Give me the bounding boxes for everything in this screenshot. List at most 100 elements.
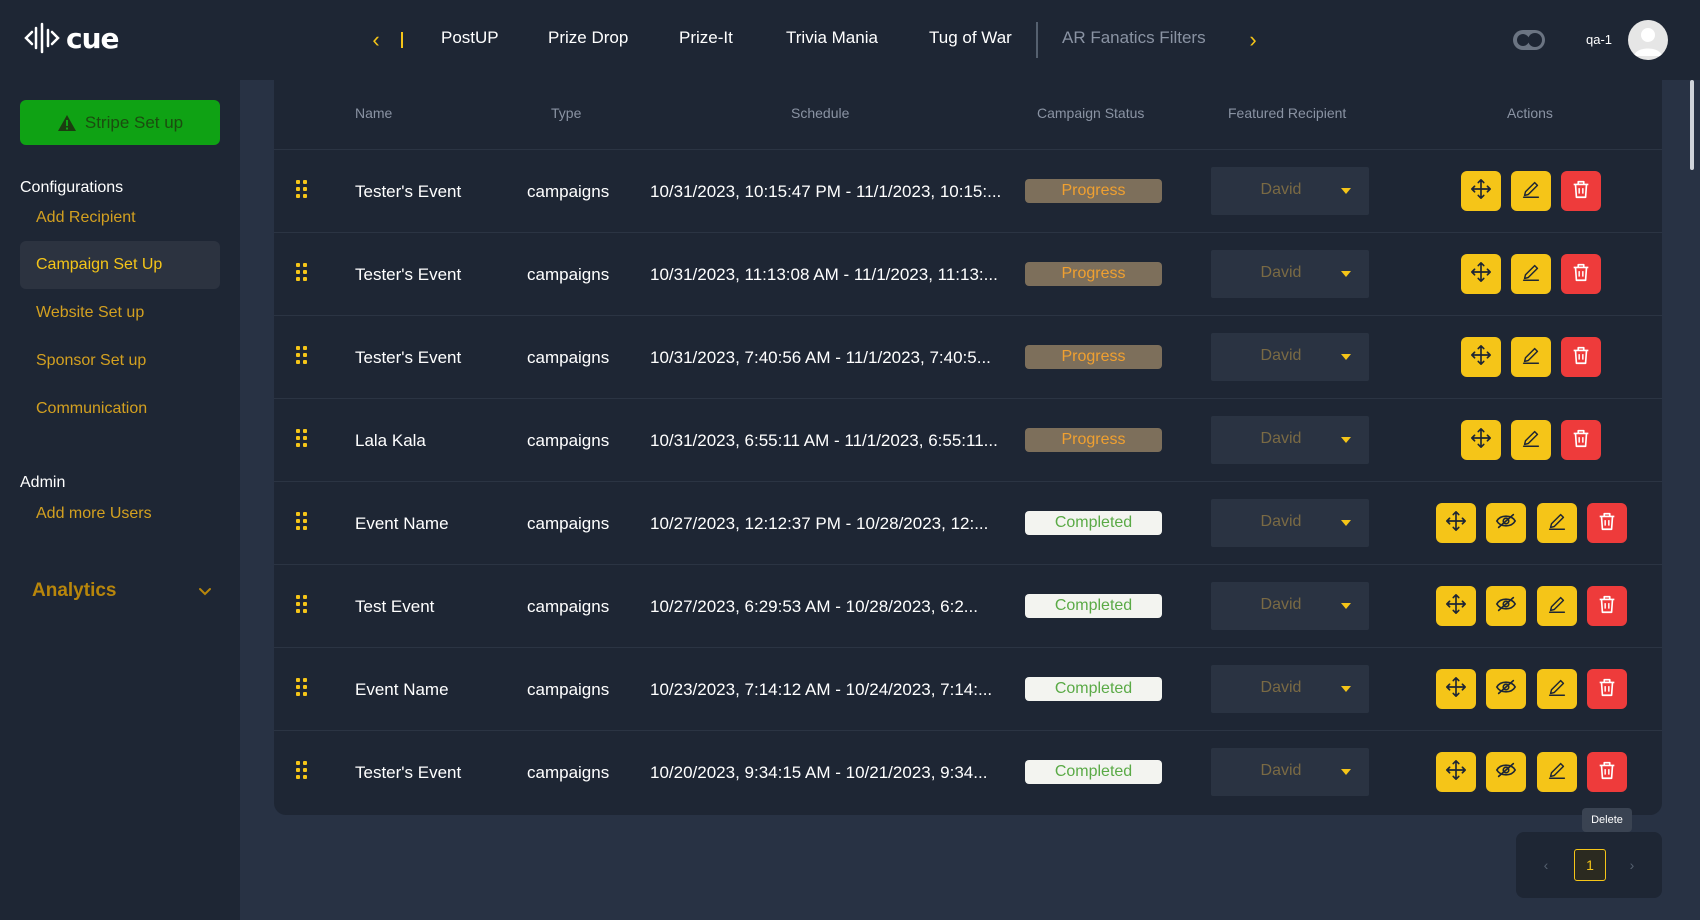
sidebar-item-add-more-users[interactable]: Add more Users [20,490,220,538]
analytics-label: Analytics [32,580,117,601]
cell-name: Tester's Event [355,265,462,284]
sidebar-item-sponsor-set-up[interactable]: Sponsor Set up [20,337,220,385]
pagination-page-1[interactable]: 1 [1574,849,1606,881]
move-button[interactable] [1436,586,1476,626]
move-icon [1470,178,1492,205]
column-header-status: Campaign Status [1037,105,1145,121]
hide-button[interactable] [1486,586,1526,626]
sidebar-item-campaign-set-up[interactable]: Campaign Set Up [20,241,220,289]
table-header: Name Type Schedule Campaign Status Featu… [274,80,1662,150]
featured-recipient-select[interactable]: David [1211,333,1369,381]
edit-button[interactable] [1537,752,1577,792]
move-icon [1445,593,1467,620]
sidebar-analytics-toggle[interactable]: Analytics [32,576,212,606]
tab-prize-drop[interactable]: Prize Drop [548,28,628,48]
drag-handle-icon[interactable] [296,595,308,613]
sidebar-item-communication[interactable]: Communication [20,385,220,433]
caret-down-icon [1341,354,1351,360]
delete-button[interactable] [1561,420,1601,460]
logo-mark-icon [24,22,60,54]
cell-name: Event Name [355,514,449,533]
drag-handle-icon[interactable] [296,263,308,281]
move-button[interactable] [1461,420,1501,460]
theme-toggle[interactable] [1513,30,1545,50]
status-badge: Completed [1025,760,1162,784]
drag-handle-icon[interactable] [296,429,308,447]
recipient-value: David [1260,679,1302,696]
move-button[interactable] [1436,669,1476,709]
edit-button[interactable] [1537,503,1577,543]
featured-recipient-select[interactable]: David [1211,748,1369,796]
cell-name: Lala Kala [355,431,426,450]
delete-button[interactable] [1561,337,1601,377]
delete-button[interactable] [1587,503,1627,543]
edit-button[interactable] [1537,586,1577,626]
table-row: Lala Kala campaigns 10/31/2023, 6:55:11 AM… [274,399,1662,482]
delete-icon [1570,261,1592,288]
pagination-prev-button[interactable]: ‹ [1536,852,1556,878]
delete-button[interactable] [1587,752,1627,792]
table-row: Event Name campaigns 10/27/2023, 12:12:37 … [274,482,1662,565]
delete-icon [1570,344,1592,371]
drag-handle-icon[interactable] [296,346,308,364]
logo[interactable]: cue [24,20,120,56]
stripe-setup-label: Stripe Set up [84,112,184,132]
move-button[interactable] [1461,254,1501,294]
move-button[interactable] [1436,752,1476,792]
pagination-next-button[interactable]: › [1622,852,1642,878]
featured-recipient-select[interactable]: David [1211,250,1369,298]
move-button[interactable] [1461,171,1501,211]
cell-type: campaigns [527,431,610,450]
edit-button[interactable] [1511,171,1551,211]
cell-name: Tester's Event [355,763,462,782]
edit-icon [1546,593,1568,620]
move-button[interactable] [1461,337,1501,377]
delete-button[interactable] [1561,254,1601,294]
column-header-type: Type [551,105,582,121]
move-icon [1445,676,1467,703]
hide-button[interactable] [1486,669,1526,709]
delete-button[interactable] [1587,669,1627,709]
tab-tug-of-war[interactable]: Tug of War [929,28,1012,48]
tab-postup[interactable]: PostUP [441,28,499,48]
featured-recipient-select[interactable]: David [1211,582,1369,630]
drag-handle-icon[interactable] [296,761,308,779]
caret-down-icon [1341,437,1351,443]
delete-icon [1596,593,1618,620]
featured-recipient-select[interactable]: David [1211,665,1369,713]
move-button[interactable] [1436,503,1476,543]
drag-handle-icon[interactable] [296,512,308,530]
stripe-setup-button[interactable]: Stripe Set up [20,100,220,145]
tab-prize-it[interactable]: Prize-It [679,28,733,48]
featured-recipient-select[interactable]: David [1211,167,1369,215]
page-scrollbar[interactable] [1690,80,1694,170]
status-badge: Progress [1025,262,1162,286]
tabs-prev-button[interactable]: ‹ [366,26,386,54]
tab-trivia-mania[interactable]: Trivia Mania [786,28,878,48]
tabs-divider [1036,22,1038,58]
edit-button[interactable] [1511,337,1551,377]
edit-button[interactable] [1537,669,1577,709]
caret-down-icon [1341,686,1351,692]
recipient-value: David [1260,181,1302,198]
delete-button[interactable] [1561,171,1601,211]
tab-ar-fanatics-filters[interactable]: AR Fanatics Filters [1062,28,1206,48]
sidebar-item-website-set-up[interactable]: Website Set up [20,289,220,337]
avatar[interactable] [1628,20,1668,60]
sidebar-item-add-recipient[interactable]: Add Recipient [20,194,220,242]
delete-button[interactable] [1587,586,1627,626]
featured-recipient-select[interactable]: David [1211,416,1369,464]
tabs-next-button[interactable]: › [1243,26,1263,54]
drag-handle-icon[interactable] [296,180,308,198]
recipient-value: David [1260,430,1302,447]
column-header-name: Name [355,105,393,121]
hide-button[interactable] [1486,503,1526,543]
edit-button[interactable] [1511,254,1551,294]
edit-button[interactable] [1511,420,1551,460]
featured-recipient-select[interactable]: David [1211,499,1369,547]
hide-button[interactable] [1486,752,1526,792]
drag-handle-icon[interactable] [296,678,308,696]
delete-icon [1570,178,1592,205]
top-bar: cue ‹ PostUP Prize Drop Prize-It Trivia … [0,0,1700,80]
hide-icon [1495,510,1517,537]
